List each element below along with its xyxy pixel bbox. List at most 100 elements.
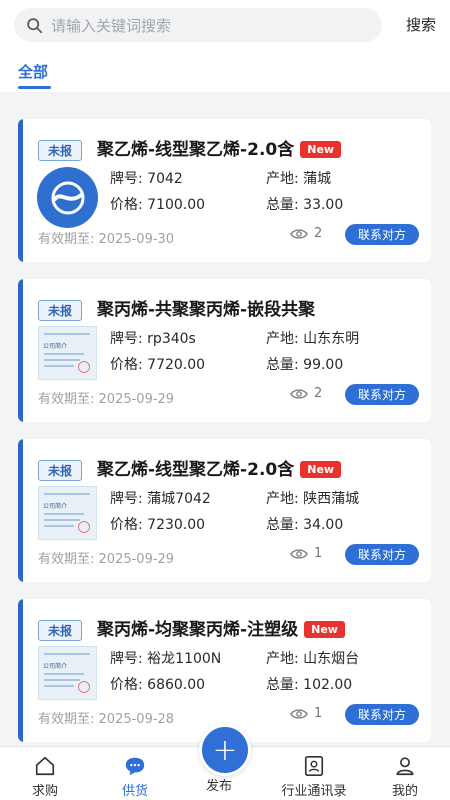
- total-label: 总量:: [266, 677, 299, 693]
- tab-underline: [18, 86, 51, 89]
- cert-line: [44, 513, 84, 515]
- nav-item-buy[interactable]: 求购: [22, 747, 68, 800]
- price-field: 价格: 6860.00: [110, 674, 205, 694]
- cert-stamp-icon: [78, 361, 90, 373]
- chat-icon: [125, 757, 145, 776]
- plus-icon: +: [212, 732, 238, 768]
- origin-value: 山东东明: [303, 331, 360, 347]
- cert-line: [44, 525, 74, 527]
- publish-button[interactable]: +: [199, 724, 251, 776]
- brand-field: 牌号: rp340s: [110, 328, 196, 348]
- expiry-label: 有效期至:: [38, 392, 95, 407]
- status-badge: 未报: [38, 460, 82, 481]
- search-button[interactable]: 搜索: [406, 14, 436, 35]
- certificate-thumbnail: 公司简介: [38, 646, 97, 700]
- listing-card[interactable]: 未报 聚丙烯-均聚聚丙烯-注塑级 New 公司简介 牌号: 裕龙1100N 产地:…: [18, 599, 431, 742]
- new-badge: New: [304, 621, 345, 638]
- price-field: 价格: 7100.00: [110, 194, 205, 214]
- view-count-value: 1: [314, 706, 323, 721]
- price-value: 6860.00: [147, 677, 206, 693]
- cert-line: [44, 685, 74, 687]
- status-badge: 未报: [38, 140, 82, 161]
- top-bar: 请输入关键词搜索 搜索 全部: [0, 0, 450, 92]
- contact-button[interactable]: 联系对方: [345, 544, 419, 565]
- expiry-value: 2025-09-29: [98, 552, 175, 567]
- nav-label: 我的: [391, 784, 418, 799]
- brand-label: 牌号:: [110, 331, 143, 347]
- cert-text: 公司简介: [43, 503, 68, 510]
- nav-label: 供货: [121, 784, 148, 799]
- expiry-date: 有效期至: 2025-09-30: [38, 228, 174, 247]
- eye-icon: [290, 708, 308, 719]
- search-placeholder: 请输入关键词搜索: [51, 16, 172, 35]
- origin-label: 产地:: [266, 171, 299, 187]
- listing-title-text: 聚乙烯-线型聚乙烯-2.0含: [97, 140, 295, 160]
- new-badge: New: [300, 461, 342, 478]
- expiry-value: 2025-09-28: [98, 712, 175, 727]
- expiry-date: 有效期至: 2025-09-29: [38, 548, 174, 567]
- cert-text: 公司简介: [43, 343, 68, 350]
- origin-label: 产地:: [266, 651, 299, 667]
- cert-line: [44, 519, 80, 521]
- listing-card[interactable]: 未报 聚丙烯-共聚聚丙烯-嵌段共聚 公司简介 牌号: rp340s 产地: 山东…: [18, 279, 431, 422]
- price-label: 价格:: [110, 517, 143, 533]
- total-field: 总量: 102.00: [266, 674, 352, 694]
- listing-title-text: 聚丙烯-均聚聚丙烯-注塑级: [97, 620, 299, 640]
- price-value: 7230.00: [147, 517, 206, 533]
- origin-label: 产地:: [266, 331, 299, 347]
- expiry-date: 有效期至: 2025-09-28: [38, 708, 174, 727]
- price-field: 价格: 7230.00: [110, 514, 205, 534]
- nav-label: 求购: [31, 784, 58, 799]
- nav-item-publish-label[interactable]: 发布: [206, 775, 232, 794]
- origin-field: 产地: 山东东明: [266, 328, 359, 348]
- total-label: 总量:: [266, 357, 299, 373]
- card-accent-bar: [18, 279, 23, 422]
- brand-label: 牌号:: [110, 491, 143, 507]
- listing-title-text: 聚丙烯-共聚聚丙烯-嵌段共聚: [97, 300, 316, 320]
- nav-item-supply[interactable]: 供货: [112, 747, 158, 800]
- total-field: 总量: 99.00: [266, 354, 343, 374]
- card-accent-bar: [18, 119, 23, 262]
- price-value: 7100.00: [147, 197, 206, 213]
- nav-item-me[interactable]: 我的: [382, 747, 428, 800]
- certificate-thumbnail: 公司简介: [38, 486, 97, 540]
- total-field: 总量: 33.00: [266, 194, 343, 214]
- cert-line: [44, 365, 74, 367]
- listing-title: 聚丙烯-均聚聚丙烯-注塑级 New: [97, 615, 345, 640]
- nav-label: 行业通讯录: [281, 784, 347, 799]
- expiry-label: 有效期至:: [38, 232, 95, 247]
- eye-icon: [290, 388, 308, 399]
- total-label: 总量:: [266, 517, 299, 533]
- search-input[interactable]: 请输入关键词搜索: [14, 8, 382, 42]
- cert-stamp-icon: [78, 681, 90, 693]
- listing-title: 聚乙烯-线型聚乙烯-2.0含 New: [97, 135, 342, 160]
- total-value: 99.00: [303, 357, 344, 373]
- contact-button[interactable]: 联系对方: [345, 704, 419, 725]
- origin-field: 产地: 蒲城: [266, 168, 331, 188]
- nav-item-directory[interactable]: 行业通讯录: [272, 747, 356, 800]
- tab-all[interactable]: 全部: [18, 61, 48, 82]
- cert-line: [44, 359, 80, 361]
- listing-card[interactable]: 未报 聚乙烯-线型聚乙烯-2.0含 New 牌号: 7042 产地: 蒲城 价格:…: [18, 119, 431, 262]
- origin-field: 产地: 陕西蒲城: [266, 488, 359, 508]
- brand-field: 牌号: 7042: [110, 168, 183, 188]
- expiry-label: 有效期至:: [38, 712, 95, 727]
- cert-line: [44, 353, 84, 355]
- new-badge: New: [300, 141, 342, 158]
- view-count-value: 2: [314, 386, 323, 401]
- listing-title-text: 聚乙烯-线型聚乙烯-2.0含: [97, 460, 295, 480]
- search-icon: [27, 17, 43, 33]
- listing-card[interactable]: 未报 聚乙烯-线型聚乙烯-2.0含 New 公司简介 牌号: 蒲城7042 产地:…: [18, 439, 431, 582]
- certificate-thumbnail: 公司简介: [38, 326, 97, 380]
- brand-value: 7042: [147, 171, 183, 187]
- contact-button[interactable]: 联系对方: [345, 224, 419, 245]
- cert-line: [44, 679, 80, 681]
- expiry-date: 有效期至: 2025-09-29: [38, 388, 174, 407]
- brand-field: 牌号: 裕龙1100N: [110, 648, 221, 668]
- total-value: 102.00: [303, 677, 353, 693]
- listing-list: 未报 聚乙烯-线型聚乙烯-2.0含 New 牌号: 7042 产地: 蒲城 价格:…: [18, 119, 431, 759]
- contact-button[interactable]: 联系对方: [345, 384, 419, 405]
- brand-value: 裕龙1100N: [147, 651, 222, 667]
- cert-line: [44, 653, 90, 655]
- expiry-value: 2025-09-30: [98, 232, 175, 247]
